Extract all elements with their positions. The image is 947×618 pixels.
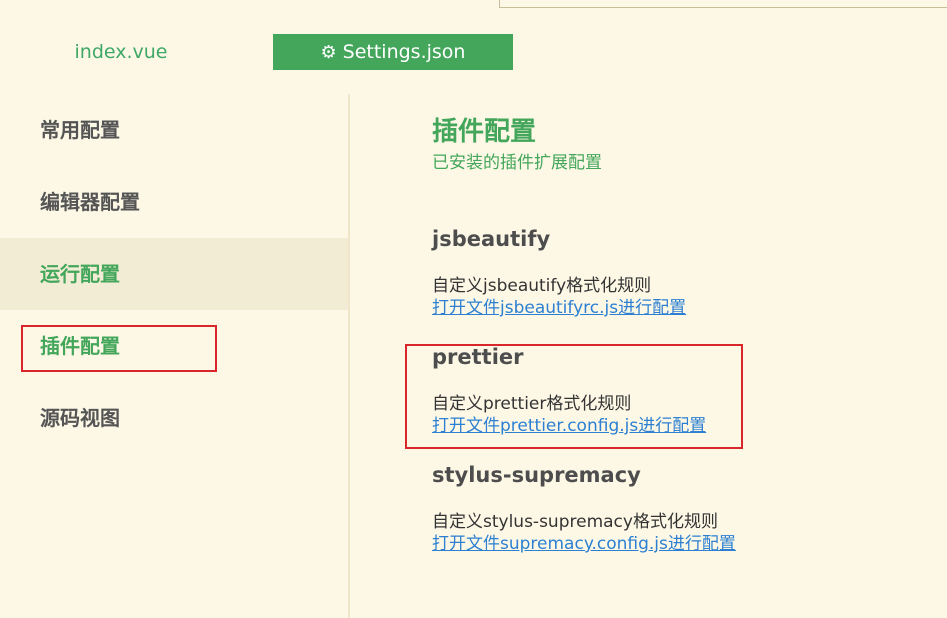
- window-frame-edge: [499, 0, 947, 8]
- plugin-name: jsbeautify: [432, 227, 551, 251]
- highlight-box-sidebar: [21, 325, 217, 372]
- page-title: 插件配置: [432, 117, 537, 147]
- sidebar-item-editor[interactable]: 编辑器配置: [0, 166, 348, 238]
- sidebar-item-run[interactable]: 运行配置: [0, 238, 348, 310]
- sidebar-item-common[interactable]: 常用配置: [0, 94, 348, 166]
- tab-index-vue[interactable]: index.vue: [60, 34, 182, 70]
- plugin-name: stylus-supremacy: [432, 463, 641, 487]
- page-subtitle: 已安装的插件扩展配置: [432, 153, 602, 173]
- gear-icon: ⚙: [320, 42, 337, 63]
- open-config-link[interactable]: 打开文件supremacy.config.js进行配置: [432, 533, 736, 555]
- plugin-settings-header: 插件配置 已安装的插件扩展配置: [432, 112, 932, 174]
- tab-settings-json[interactable]: ⚙ Settings.json: [273, 34, 513, 70]
- open-config-link[interactable]: 打开文件jsbeautifyrc.js进行配置: [432, 297, 686, 319]
- sidebar-item-source-view[interactable]: 源码视图: [0, 382, 348, 454]
- highlight-box-prettier: [405, 344, 743, 449]
- plugin-section-jsbeautify: jsbeautify 自定义jsbeautify格式化规则 打开文件jsbeau…: [432, 225, 932, 319]
- plugin-description: 自定义jsbeautify格式化规则: [432, 276, 652, 296]
- tab-settings-label: Settings.json: [342, 41, 466, 63]
- plugin-section-stylus-supremacy: stylus-supremacy 自定义stylus-supremacy格式化规…: [432, 461, 932, 555]
- editor-tab-bar: index.vue ⚙ Settings.json: [0, 34, 947, 72]
- plugin-description: 自定义stylus-supremacy格式化规则: [432, 512, 718, 532]
